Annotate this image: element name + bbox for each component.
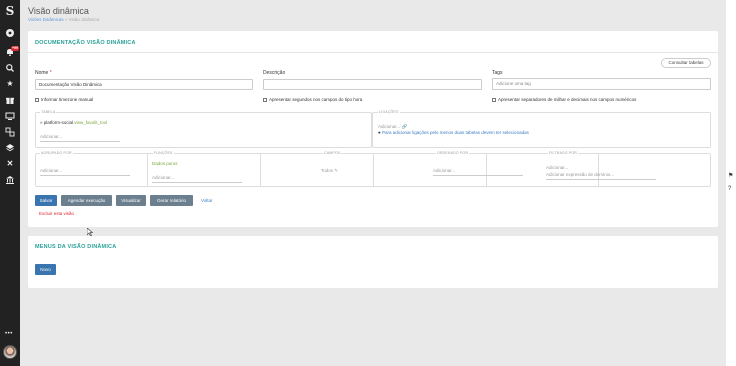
- divider-5: [598, 153, 599, 187]
- ligacoes-info-text: Para adicionar ligações pelo menos duas …: [381, 130, 529, 135]
- divider-2: [260, 153, 261, 187]
- back-link[interactable]: Voltar: [201, 198, 213, 203]
- sidebar: S +99 ★ ✕ •••: [0, 0, 20, 366]
- divider-1: [147, 153, 148, 187]
- required-marker: *: [49, 70, 52, 76]
- nome-label-text: Nome: [35, 70, 49, 76]
- save-button[interactable]: Salvar: [35, 195, 57, 206]
- descricao-input[interactable]: [263, 79, 482, 90]
- monitor-icon[interactable]: [5, 111, 15, 121]
- search-icon[interactable]: [5, 63, 15, 73]
- documentation-card: DOCUMENTAÇÃO VISÃO DINÂMICA Consultar ta…: [28, 31, 718, 227]
- tabela-item[interactable]: » platform-social.view_favolit_tool: [40, 120, 107, 125]
- more-menu[interactable]: •••: [5, 331, 13, 337]
- help-icon[interactable]: ?: [728, 186, 731, 192]
- page-title: Visão dinâmica: [28, 6, 89, 16]
- seconds-checkbox[interactable]: [263, 97, 267, 102]
- separators-checkbox[interactable]: [492, 97, 496, 102]
- tags-label: Tags: [492, 70, 503, 76]
- notifications-badge: +99: [11, 46, 19, 51]
- separators-checkbox-label: Apresentar separadores de milhar e decim…: [498, 97, 637, 102]
- campos-value-text: Todos: [321, 168, 334, 173]
- tabela-prefix: » platform-social.: [40, 120, 75, 125]
- ordenado-label: ORDENADO POR: [436, 151, 470, 155]
- circle-menu-icon[interactable]: [5, 28, 15, 38]
- divider-3: [373, 153, 374, 187]
- ligacoes-label: LIGAÇÕES: [378, 110, 400, 114]
- campos-value[interactable]: Todos ✎: [321, 168, 338, 174]
- ordenado-underline: [433, 175, 523, 176]
- agrupado-underline: [40, 175, 130, 176]
- preview-button[interactable]: Visualizar: [116, 195, 146, 206]
- filtrado-label: FILTRADO POR: [548, 151, 579, 155]
- share-icon[interactable]: [5, 127, 15, 137]
- filtrado-expression-input[interactable]: Adicionar expressão de domínio...: [546, 172, 614, 177]
- mouse-cursor-icon: [86, 227, 94, 238]
- generate-report-button[interactable]: Gerar relatório: [150, 195, 193, 206]
- card-divider: [28, 52, 718, 53]
- consult-tables-button[interactable]: Consultar tabelas: [661, 58, 711, 68]
- funcoes-underline: [152, 182, 242, 183]
- campos-label: CAMPOS: [323, 151, 342, 155]
- gift-icon[interactable]: [5, 95, 15, 105]
- seconds-checkbox-row[interactable]: Apresentar segundos nos campos do tipo h…: [263, 97, 362, 102]
- breadcrumb-current: Visão dinâmica: [68, 17, 100, 22]
- funcoes-add-input[interactable]: Adicionar...: [152, 175, 174, 180]
- flag-icon[interactable]: ⚑: [728, 172, 733, 179]
- right-toolbar: ⚑ ?: [726, 0, 736, 366]
- new-menu-button[interactable]: Novo: [35, 264, 56, 275]
- timezone-checkbox[interactable]: [35, 97, 39, 102]
- agrupado-add-input[interactable]: Adicionar...: [40, 168, 62, 173]
- nome-input[interactable]: Documentação Visão Dinâmica: [35, 79, 253, 90]
- tabela-value: view_favolit_tool: [74, 120, 108, 125]
- descricao-label: Descrição: [263, 70, 286, 76]
- link-icon: 🔗: [401, 124, 408, 129]
- star-icon[interactable]: ★: [5, 79, 15, 89]
- funcoes-value[interactable]: Dados puros: [152, 161, 178, 166]
- breadcrumb-link-visoes[interactable]: Visões Dinâmicas: [28, 17, 64, 22]
- divider-4: [486, 153, 487, 187]
- schedule-execution-button[interactable]: Agendar execução: [61, 195, 112, 206]
- tabela-panel: [35, 112, 372, 148]
- ligacoes-info: ● Para adicionar ligações pelo menos dua…: [378, 130, 529, 135]
- tags-input[interactable]: Adicione uma tag: [492, 78, 711, 90]
- delete-view-link[interactable]: Excluir esta visão: [39, 211, 74, 216]
- timezone-checkbox-label: Informar timezone manual: [41, 97, 94, 102]
- filtrado-add-input[interactable]: Adicionar...: [546, 165, 568, 170]
- funcoes-label: FUNÇÕES: [153, 151, 174, 155]
- menus-card: MENUS DA VISÃO DINÂMICA Novo: [28, 236, 718, 288]
- tabela-add-input[interactable]: Adicionar...: [40, 134, 62, 139]
- agrupado-label: AGRUPADO POR: [40, 151, 73, 155]
- ordenado-add-input[interactable]: Adicionar...: [433, 168, 455, 173]
- close-x-icon[interactable]: ✕: [5, 159, 15, 169]
- separators-checkbox-row[interactable]: Apresentar separadores de milhar e decim…: [492, 97, 636, 102]
- filtrado-underline: [546, 179, 656, 180]
- card-title-menus: MENUS DA VISÃO DINÂMICA: [35, 244, 117, 250]
- card-title-documentacao: DOCUMENTAÇÃO VISÃO DINÂMICA: [35, 40, 136, 46]
- bank-icon[interactable]: [5, 175, 15, 185]
- timezone-checkbox-row[interactable]: Informar timezone manual: [35, 97, 93, 102]
- nome-label: Nome *: [35, 70, 52, 76]
- info-icon: ●: [378, 130, 381, 135]
- user-avatar[interactable]: [3, 345, 17, 359]
- seconds-checkbox-label: Apresentar segundos nos campos do tipo h…: [269, 97, 363, 102]
- layers-icon[interactable]: [5, 143, 15, 153]
- tabela-add-underline: [40, 141, 120, 142]
- ligacoes-add-text: Adicionar...: [378, 124, 401, 129]
- tabela-label: TABELA: [40, 110, 57, 114]
- breadcrumb: Visões Dinâmicas » Visão dinâmica: [28, 17, 99, 22]
- app-logo[interactable]: S: [3, 3, 17, 19]
- edit-pencil-icon[interactable]: ✎: [334, 168, 338, 173]
